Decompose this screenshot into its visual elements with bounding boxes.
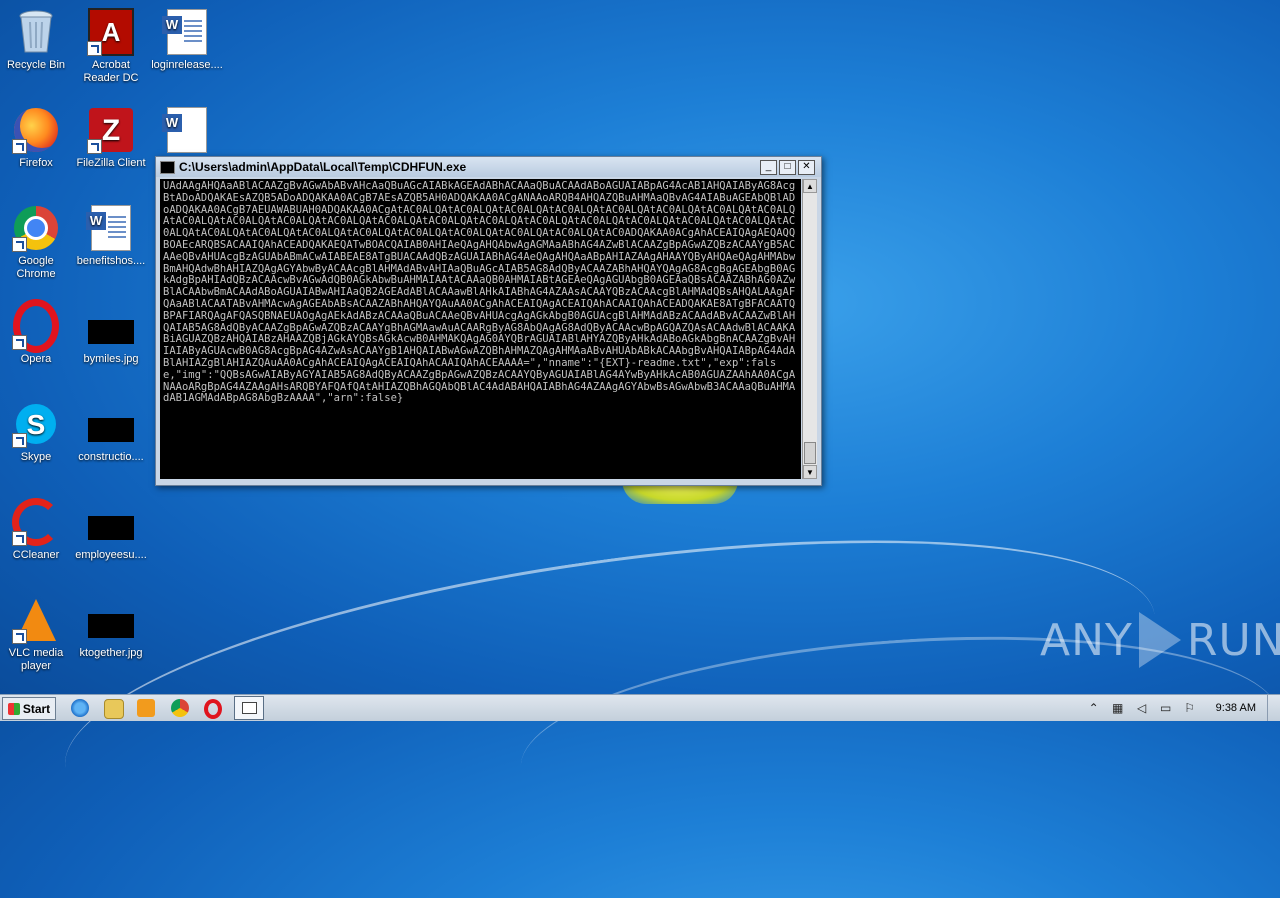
desktop-icon-label: employeesu.... — [75, 549, 147, 561]
shortcut-arrow-icon — [12, 531, 27, 546]
start-label: Start — [22, 701, 51, 716]
opera-taskbar-icon[interactable] — [204, 699, 222, 719]
shortcut-arrow-icon — [87, 41, 102, 56]
anyrun-watermark: ANY RUN — [1040, 612, 1280, 668]
scroll-down-arrow-icon[interactable]: ▼ — [803, 465, 817, 479]
desktop-icon-label: ktogether.jpg — [79, 647, 143, 659]
desktop-icon-ktogether[interactable]: ktogether.jpg — [73, 596, 149, 660]
desktop-icon-label: benefitshos.... — [76, 255, 146, 267]
watermark-left: ANY — [1040, 614, 1133, 666]
console-taskbar-button[interactable] — [234, 696, 264, 720]
ccleaner-icon — [12, 498, 60, 546]
desktop-icon-label: VLC media player — [8, 647, 64, 672]
desktop-icon-label: constructio.... — [78, 451, 144, 463]
desktop-icon-label: Skype — [20, 451, 52, 463]
recycle-bin-icon — [12, 8, 60, 56]
shortcut-arrow-icon — [87, 139, 102, 154]
acrobat-icon: A — [87, 8, 135, 56]
desktop-icon-label: CCleaner — [12, 549, 60, 561]
console-title: C:\Users\admin\AppData\Local\Temp\CDHFUN… — [179, 160, 467, 174]
play-logo-icon — [1138, 612, 1181, 668]
desktop-icon-filezilla[interactable]: Z FileZilla Client — [73, 106, 149, 170]
desktop-icon-vlc[interactable]: VLC media player — [0, 596, 74, 673]
word-doc-icon: W — [162, 8, 211, 56]
image-thumb-icon — [87, 302, 135, 350]
desktop-icon-recycle-bin[interactable]: Recycle Bin — [0, 8, 74, 72]
desktop-icon-skype[interactable]: S Skype — [0, 400, 74, 464]
shortcut-arrow-icon — [12, 433, 27, 448]
shortcut-arrow-icon — [12, 139, 27, 154]
desktop-icon-constructio[interactable]: constructio.... — [73, 400, 149, 464]
desktop-icon-label: Recycle Bin — [6, 59, 66, 71]
desktop-icon-label: Opera — [20, 353, 52, 365]
desktop-icon-label: Acrobat Reader DC — [83, 59, 139, 84]
console-titlebar[interactable]: C:\Users\admin\AppData\Local\Temp\CDHFUN… — [156, 157, 821, 177]
desktop-icon-label: Firefox — [19, 157, 53, 169]
clock[interactable]: 9:38 AM — [1216, 702, 1256, 714]
console-window[interactable]: C:\Users\admin\AppData\Local\Temp\CDHFUN… — [155, 156, 822, 486]
system-tray: ⌃ ▦ ◁ ▭ ⚐ 9:38 AM — [1082, 695, 1280, 721]
desktop-icon-loginrelease[interactable]: W loginrelease.... — [149, 8, 225, 72]
shortcut-arrow-icon — [12, 629, 27, 644]
vlc-icon — [12, 596, 60, 644]
console-taskbar-icon — [242, 702, 257, 714]
shortcut-arrow-icon — [12, 237, 27, 252]
scroll-thumb[interactable] — [804, 442, 816, 464]
shortcut-arrow-icon — [12, 335, 27, 350]
close-button[interactable]: ✕ — [798, 159, 815, 175]
monitor-icon[interactable]: ▭ — [1159, 701, 1173, 715]
word-doc-icon: W — [162, 106, 211, 154]
console-app-icon — [160, 160, 175, 174]
action-center-flag-icon[interactable]: ⚐ — [1183, 701, 1197, 715]
desktop-icon-opera[interactable]: Opera — [0, 299, 74, 366]
scroll-up-arrow-icon[interactable]: ▲ — [803, 179, 817, 193]
image-thumb-icon — [87, 498, 135, 546]
tray-expand-icon[interactable]: ⌃ — [1087, 701, 1101, 715]
maximize-button[interactable]: □ — [779, 159, 796, 175]
chrome-icon — [12, 204, 60, 252]
windows-logo-icon — [7, 702, 20, 715]
desktop-icon-label: loginrelease.... — [151, 59, 223, 71]
ie-taskbar-icon[interactable] — [71, 699, 89, 717]
desktop-icon-chrome[interactable]: Google Chrome — [0, 204, 74, 281]
word-doc-icon: W — [86, 204, 135, 252]
minimize-button[interactable]: _ — [760, 159, 777, 175]
explorer-taskbar-icon[interactable] — [104, 699, 124, 719]
desktop-icon-benefitshos[interactable]: W benefitshos.... — [73, 204, 149, 268]
console-output[interactable]: UAdAAgAHQAaABlACAAZgBvAGwAbABvAHcAaQBuAG… — [160, 179, 801, 479]
network-icon[interactable]: ▦ — [1111, 701, 1125, 715]
desktop-icon-label: Google Chrome — [16, 255, 56, 280]
image-thumb-icon — [87, 596, 135, 644]
desktop-icon-bymiles[interactable]: bymiles.jpg — [73, 302, 149, 366]
start-button[interactable]: Start — [2, 697, 56, 720]
desktop-icon-employeesu[interactable]: employeesu.... — [73, 498, 149, 562]
show-desktop-button[interactable] — [1267, 695, 1280, 721]
desktop-icon-label: bymiles.jpg — [83, 353, 139, 365]
firefox-icon — [12, 106, 60, 154]
desktop-icon-word-doc[interactable]: W — [149, 106, 225, 157]
filezilla-icon: Z — [87, 106, 135, 154]
taskbar: Start ⌃ ▦ ◁ ▭ ⚐ 9:38 AM — [0, 694, 1280, 721]
desktop-icon-label: FileZilla Client — [76, 157, 146, 169]
watermark-right: RUN — [1186, 614, 1280, 666]
media-player-taskbar-icon[interactable] — [137, 699, 155, 717]
skype-icon: S — [12, 400, 60, 448]
desktop-icon-ccleaner[interactable]: CCleaner — [0, 498, 74, 562]
opera-icon — [12, 299, 60, 353]
desktop-icon-firefox[interactable]: Firefox — [0, 106, 74, 170]
image-thumb-icon — [87, 400, 135, 448]
chrome-taskbar-icon[interactable] — [171, 699, 189, 717]
desktop-icon-acrobat[interactable]: A Acrobat Reader DC — [73, 8, 149, 85]
console-scrollbar[interactable]: ▲ ▼ — [802, 179, 817, 479]
volume-icon[interactable]: ◁ — [1135, 701, 1149, 715]
